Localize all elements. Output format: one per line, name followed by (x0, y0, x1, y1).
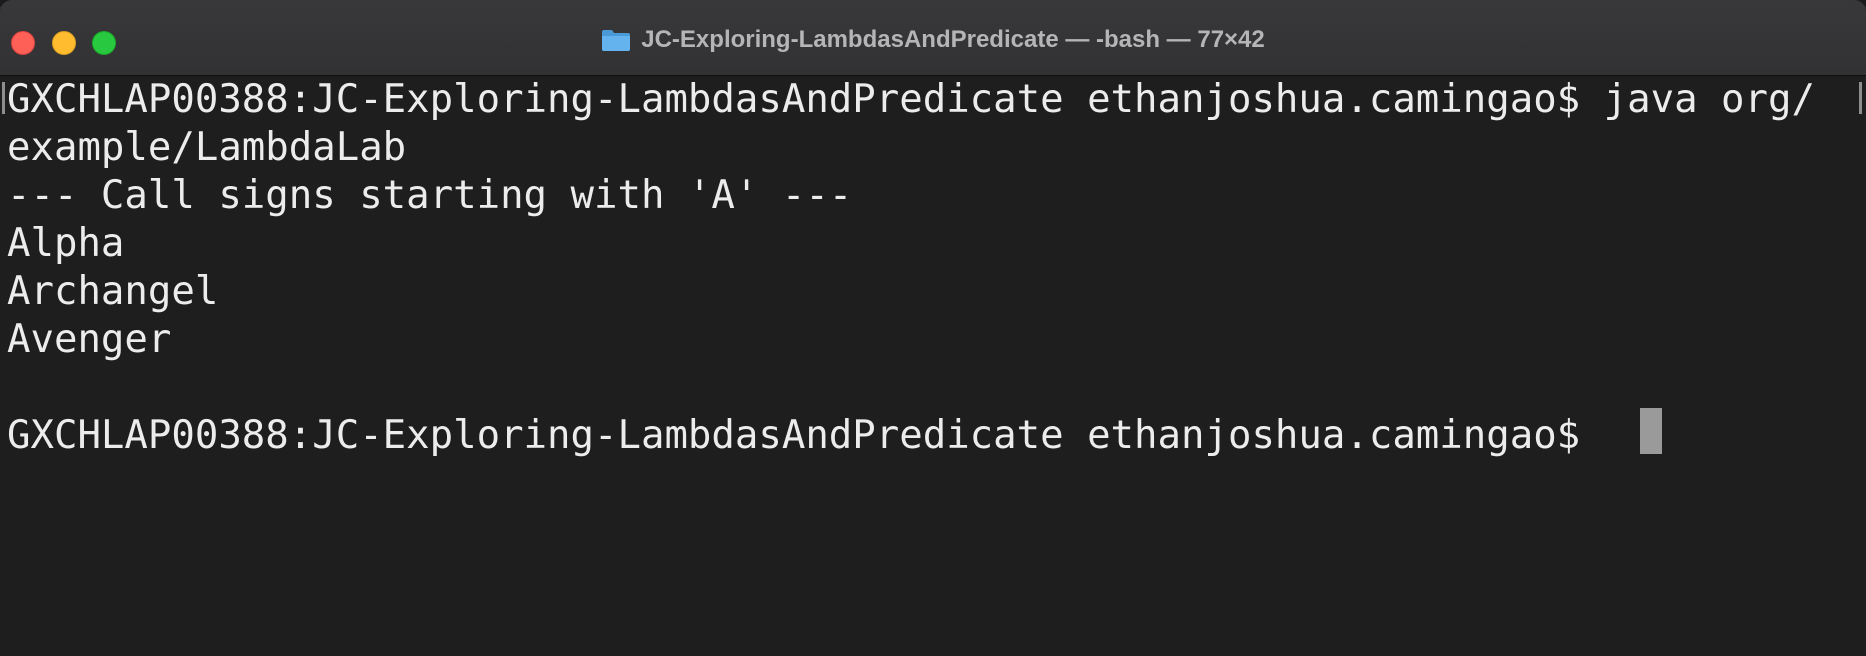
text-cursor (1640, 408, 1662, 454)
folder-icon (602, 30, 631, 51)
terminal-output[interactable]: GXCHLAP00388:JC-Exploring-LambdasAndPred… (0, 76, 1866, 656)
window-title: JC-Exploring-LambdasAndPredicate — -bash… (641, 26, 1265, 53)
window-title-group: JC-Exploring-LambdasAndPredicate — -bash… (0, 0, 1866, 76)
terminal-line: example/LambdaLab (7, 125, 407, 170)
terminal-window: JC-Exploring-LambdasAndPredicate — -bash… (0, 0, 1866, 656)
title-bar[interactable]: JC-Exploring-LambdasAndPredicate — -bash… (0, 0, 1866, 76)
terminal-line: GXCHLAP00388:JC-Exploring-LambdasAndPred… (7, 77, 1815, 122)
left-wrap-marker (2, 82, 5, 114)
terminal-prompt-line: GXCHLAP00388:JC-Exploring-LambdasAndPred… (7, 413, 1604, 458)
terminal-line: Avenger (7, 317, 172, 362)
terminal-line: Archangel (7, 269, 219, 314)
right-wrap-marker (1859, 82, 1862, 114)
terminal-line: Alpha (7, 221, 125, 266)
terminal-line: --- Call signs starting with 'A' --- (7, 173, 853, 218)
